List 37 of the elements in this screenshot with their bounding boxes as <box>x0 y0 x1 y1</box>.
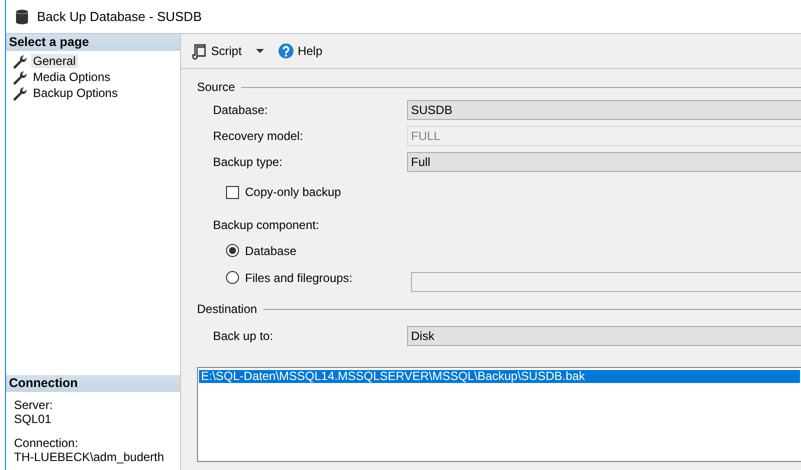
field-value: TH-LUEBECK\adm_buderth <box>14 450 166 464</box>
page-item[interactable]: Backup Options <box>31 86 120 100</box>
page-item[interactable]: General <box>31 54 78 68</box>
radio-button[interactable] <box>226 244 239 257</box>
group-title: Destination <box>197 302 258 316</box>
field-label: Backup component: <box>213 218 320 232</box>
list-item[interactable]: E:\SQL-Daten\MSSQL14.MSSQLSERVER\MSSQL\Backup\SUSDB.bak <box>199 370 800 383</box>
checkbox[interactable] <box>226 186 239 198</box>
dropdown: FULL <box>407 126 801 146</box>
dropdown[interactable]: SUSDB <box>407 100 801 120</box>
dropdown[interactable]: Disk <box>407 326 801 346</box>
radio-label: Database <box>245 244 296 258</box>
group-title: Source <box>197 80 236 94</box>
help-icon <box>278 43 294 59</box>
field-label: Backup type: <box>213 155 284 169</box>
wrench-icon <box>12 86 27 100</box>
field-label: Connection: <box>14 436 80 450</box>
window-title: Back Up Database - SUSDB <box>37 9 202 24</box>
radio-button[interactable] <box>226 271 239 284</box>
radio-label: Files and filegroups: <box>245 270 352 284</box>
database-icon <box>15 8 29 24</box>
field-value: SQL01 <box>14 412 52 426</box>
scroll-icon <box>191 42 207 60</box>
field-label: Back up to: <box>213 329 274 343</box>
field-label: Recovery model: <box>213 129 304 143</box>
checkbox-label: Copy-only backup <box>245 185 342 199</box>
wrench-icon <box>12 70 27 84</box>
field-label: Database: <box>213 103 269 117</box>
page-item[interactable]: Media Options <box>31 70 112 84</box>
wrench-icon <box>12 54 27 68</box>
caret-icon[interactable] <box>256 49 264 53</box>
section-header: Select a page <box>6 34 180 51</box>
help-button[interactable]: Help <box>276 43 324 59</box>
dropdown[interactable]: Full <box>407 152 801 172</box>
script-button[interactable]: Script <box>189 42 244 60</box>
field-label: Server: <box>14 398 54 412</box>
section-header: Connection <box>6 375 180 392</box>
